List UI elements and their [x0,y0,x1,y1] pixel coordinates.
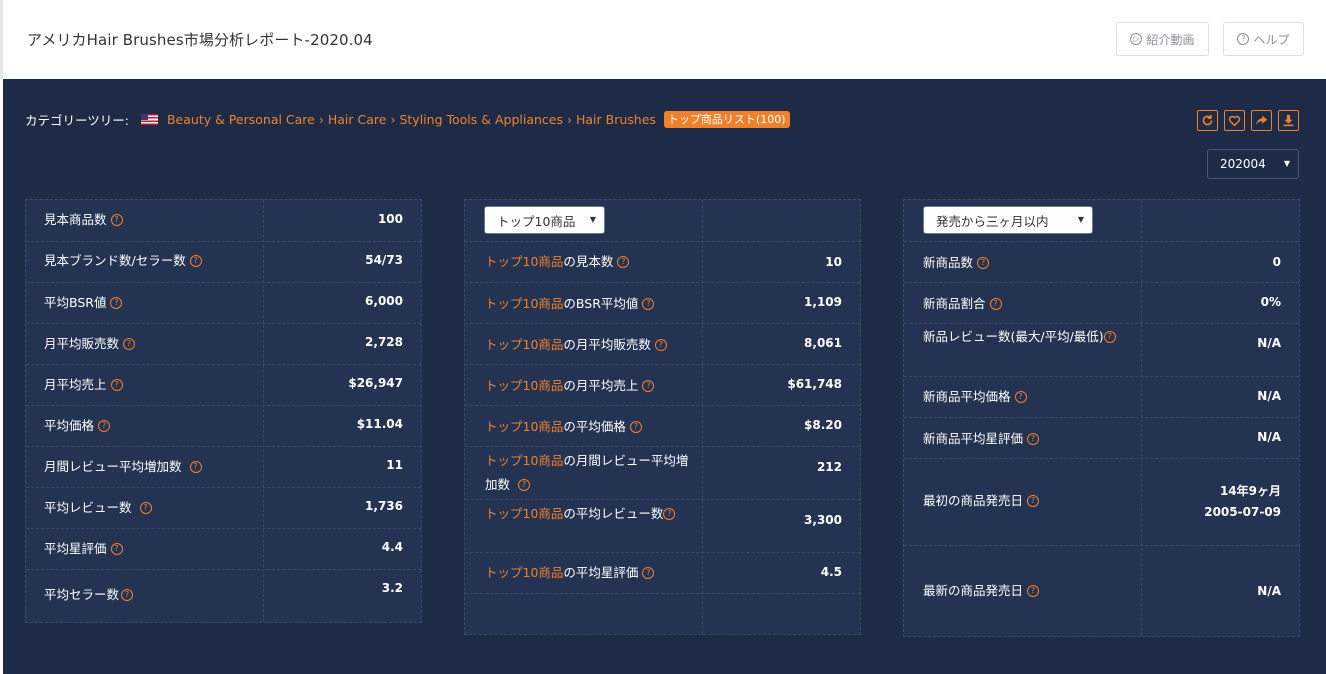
help-icon[interactable]: ? [1103,330,1116,343]
stat-row: 平均セラー数? 3.2 [26,569,421,623]
play-circle-icon: ▷ [1130,33,1143,45]
stat-row: トップ10商品の平均レビュー数? 3,300 [465,499,860,552]
help-icon[interactable]: ? [189,254,202,267]
help-icon[interactable]: ? [1014,390,1027,403]
help-icon[interactable]: ? [1027,432,1040,445]
help-icon[interactable]: ? [189,460,202,473]
help-icon[interactable]: ? [654,338,667,351]
top-n-select[interactable]: トップ10商品 ▼ [484,206,605,234]
help-icon[interactable]: ? [642,379,655,392]
date-select[interactable]: 202004 ▼ [1207,149,1299,179]
stat-row: 見本商品数? 100 [44,212,403,227]
stat-row: トップ10商品の平均価格? $8.20 [465,405,860,446]
stat-row: 平均レビュー数? 1,736 [26,487,421,528]
top10-stats-panel: トップ10商品 ▼ トップ10商品の見本数? 10 トップ10商品のBSR平均値… [464,199,861,635]
us-flag-icon [140,113,158,125]
help-icon[interactable]: ? [518,478,531,491]
stat-row: 平均価格? $11.04 [26,405,421,446]
download-button[interactable] [1278,110,1299,131]
page-title: アメリカHair Brushes市場分析レポート-2020.04 [27,31,373,49]
caret-down-icon: ▼ [1283,159,1290,168]
help-icon[interactable]: ? [110,296,123,309]
new-products-panel: 発売から三ヶ月以内 ▼ 新商品数? 0 新商品割合? 0% 新品レビュー数(最大… [903,199,1300,637]
date-select-value: 202004 [1220,157,1266,171]
intro-video-label: 紹介動画 [1146,32,1195,47]
intro-video-button[interactable]: ▷ 紹介動画 [1116,22,1209,56]
stat-row: 最新の商品発売日? N/A [904,545,1299,637]
caret-down-icon: ▼ [589,215,596,224]
help-icon[interactable]: ? [663,507,676,520]
heart-icon [1228,115,1241,127]
share-icon [1255,115,1268,126]
stat-row: トップ10商品のBSR平均値? 1,109 [465,282,860,323]
breadcrumb-item-hair-care[interactable]: Hair Care [328,112,387,127]
help-button[interactable]: ? ヘルプ [1223,22,1304,56]
category-tree-label: カテゴリーツリー: [25,112,129,128]
report-content: カテゴリーツリー: Beauty & Personal Care › Hair … [3,79,1326,674]
help-icon[interactable]: ? [110,542,123,555]
stat-row: 新商品平均星評価? N/A [904,417,1299,458]
toolbar [1197,110,1299,131]
refresh-icon [1202,114,1213,126]
stat-row: 新商品平均価格? N/A [904,376,1299,417]
help-icon[interactable]: ? [121,588,134,601]
help-icon[interactable]: ? [110,213,123,226]
help-label: ヘルプ [1253,32,1290,47]
share-button[interactable] [1251,110,1272,131]
question-circle-icon: ? [1237,33,1250,45]
select-row: トップ10商品 ▼ [465,200,860,241]
stat-row: 平均BSR値? 6,000 [26,282,421,323]
stat-row: 月間レビュー平均増加数? 11 [26,446,421,487]
refresh-button[interactable] [1197,110,1218,131]
overall-stats-panel: 見本商品数? 100 見本ブランド数/セラー数? 54/73 平均BSR値? 6… [25,199,422,623]
stat-row: 月平均販売数? 2,728 [26,323,421,364]
help-icon[interactable]: ? [642,297,655,310]
stat-row: 新商品割合? 0% [904,282,1299,323]
stat-row: 見本ブランド数/セラー数? 54/73 [26,241,421,282]
stat-row: 平均星評価? 4.4 [26,528,421,569]
breadcrumb: カテゴリーツリー: Beauty & Personal Care › Hair … [25,110,790,128]
help-icon[interactable]: ? [989,297,1002,310]
select-row: 発売から三ヶ月以内 ▼ [904,200,1299,241]
favorite-button[interactable] [1224,110,1245,131]
help-icon[interactable]: ? [977,256,990,269]
caret-down-icon: ▼ [1077,215,1084,224]
stat-row: 新品レビュー数(最大/平均/最低)? N/A [904,323,1299,376]
help-icon[interactable]: ? [629,420,642,433]
help-icon[interactable]: ? [139,501,152,514]
stat-row: トップ10商品の平均星評価? 4.5 [465,552,860,593]
breadcrumb-item-beauty[interactable]: Beauty & Personal Care [167,112,315,127]
help-icon[interactable]: ? [98,419,111,432]
help-icon[interactable]: ? [642,566,655,579]
help-icon[interactable]: ? [1027,494,1040,507]
breadcrumb-item-hair-brushes[interactable]: Hair Brushes [576,112,656,127]
download-icon [1283,114,1294,127]
top-products-list-badge[interactable]: トップ商品リスト(100) [663,110,790,128]
stat-row: 最初の商品発売日? 14年9ヶ月 2005-07-09 [904,458,1299,545]
empty-row [465,593,860,635]
breadcrumb-item-styling-tools[interactable]: Styling Tools & Appliances [399,112,563,127]
stat-row: トップ10商品の見本数? 10 [465,241,860,282]
help-icon[interactable]: ? [617,255,630,268]
stat-row: 新商品数? 0 [904,241,1299,282]
help-icon[interactable]: ? [123,337,136,350]
launch-period-select[interactable]: 発売から三ヶ月以内 ▼ [923,206,1093,234]
stat-row: トップ10商品の月平均売上? $61,748 [465,364,860,405]
top-header: アメリカHair Brushes市場分析レポート-2020.04 ▷ 紹介動画 … [0,0,1326,79]
help-icon[interactable]: ? [110,378,123,391]
help-icon[interactable]: ? [1027,584,1040,597]
stat-row: トップ10商品の月間レビュー平均増加数? 212 [465,446,860,499]
stat-row: トップ10商品の月平均販売数? 8,061 [465,323,860,364]
stat-row: 月平均売上? $26,947 [26,364,421,405]
